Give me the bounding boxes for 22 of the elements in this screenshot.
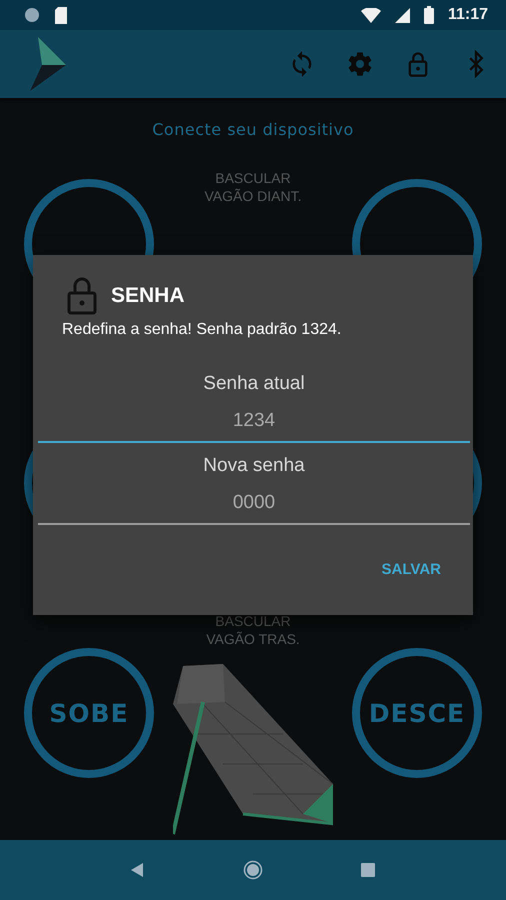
field-label: Senha atual — [203, 373, 305, 395]
wifi-icon — [360, 8, 381, 22]
dialog-title: SENHA — [111, 284, 185, 308]
wagon-label: BASCULAR VAGÃO DIANT. — [204, 169, 302, 206]
battery-icon — [424, 6, 434, 24]
save-button[interactable]: SALVAR — [378, 557, 445, 582]
down-button[interactable]: DESCE — [352, 648, 482, 778]
signal-icon — [394, 8, 410, 22]
settings-icon[interactable] — [346, 50, 374, 78]
clock-time: 11:17 — [448, 6, 488, 24]
logo-icon — [30, 37, 66, 91]
up-button[interactable]: SOBE — [24, 648, 154, 778]
wagon-label: BASCULAR VAGÃO TRAS. — [206, 612, 300, 648]
dialog-message: Redefina a senha! Senha padrão 1324. — [61, 321, 342, 339]
password-field[interactable]: 1234 — [38, 395, 470, 443]
sd-card-icon — [54, 6, 68, 24]
field-label: Nova senha — [203, 455, 305, 477]
notification-dot-icon — [24, 7, 40, 23]
connection-status: Conecte seu dispositivo — [152, 120, 354, 139]
lock-icon — [67, 277, 97, 315]
home-icon[interactable] — [242, 860, 263, 880]
password-field[interactable]: 0000 — [38, 477, 470, 525]
